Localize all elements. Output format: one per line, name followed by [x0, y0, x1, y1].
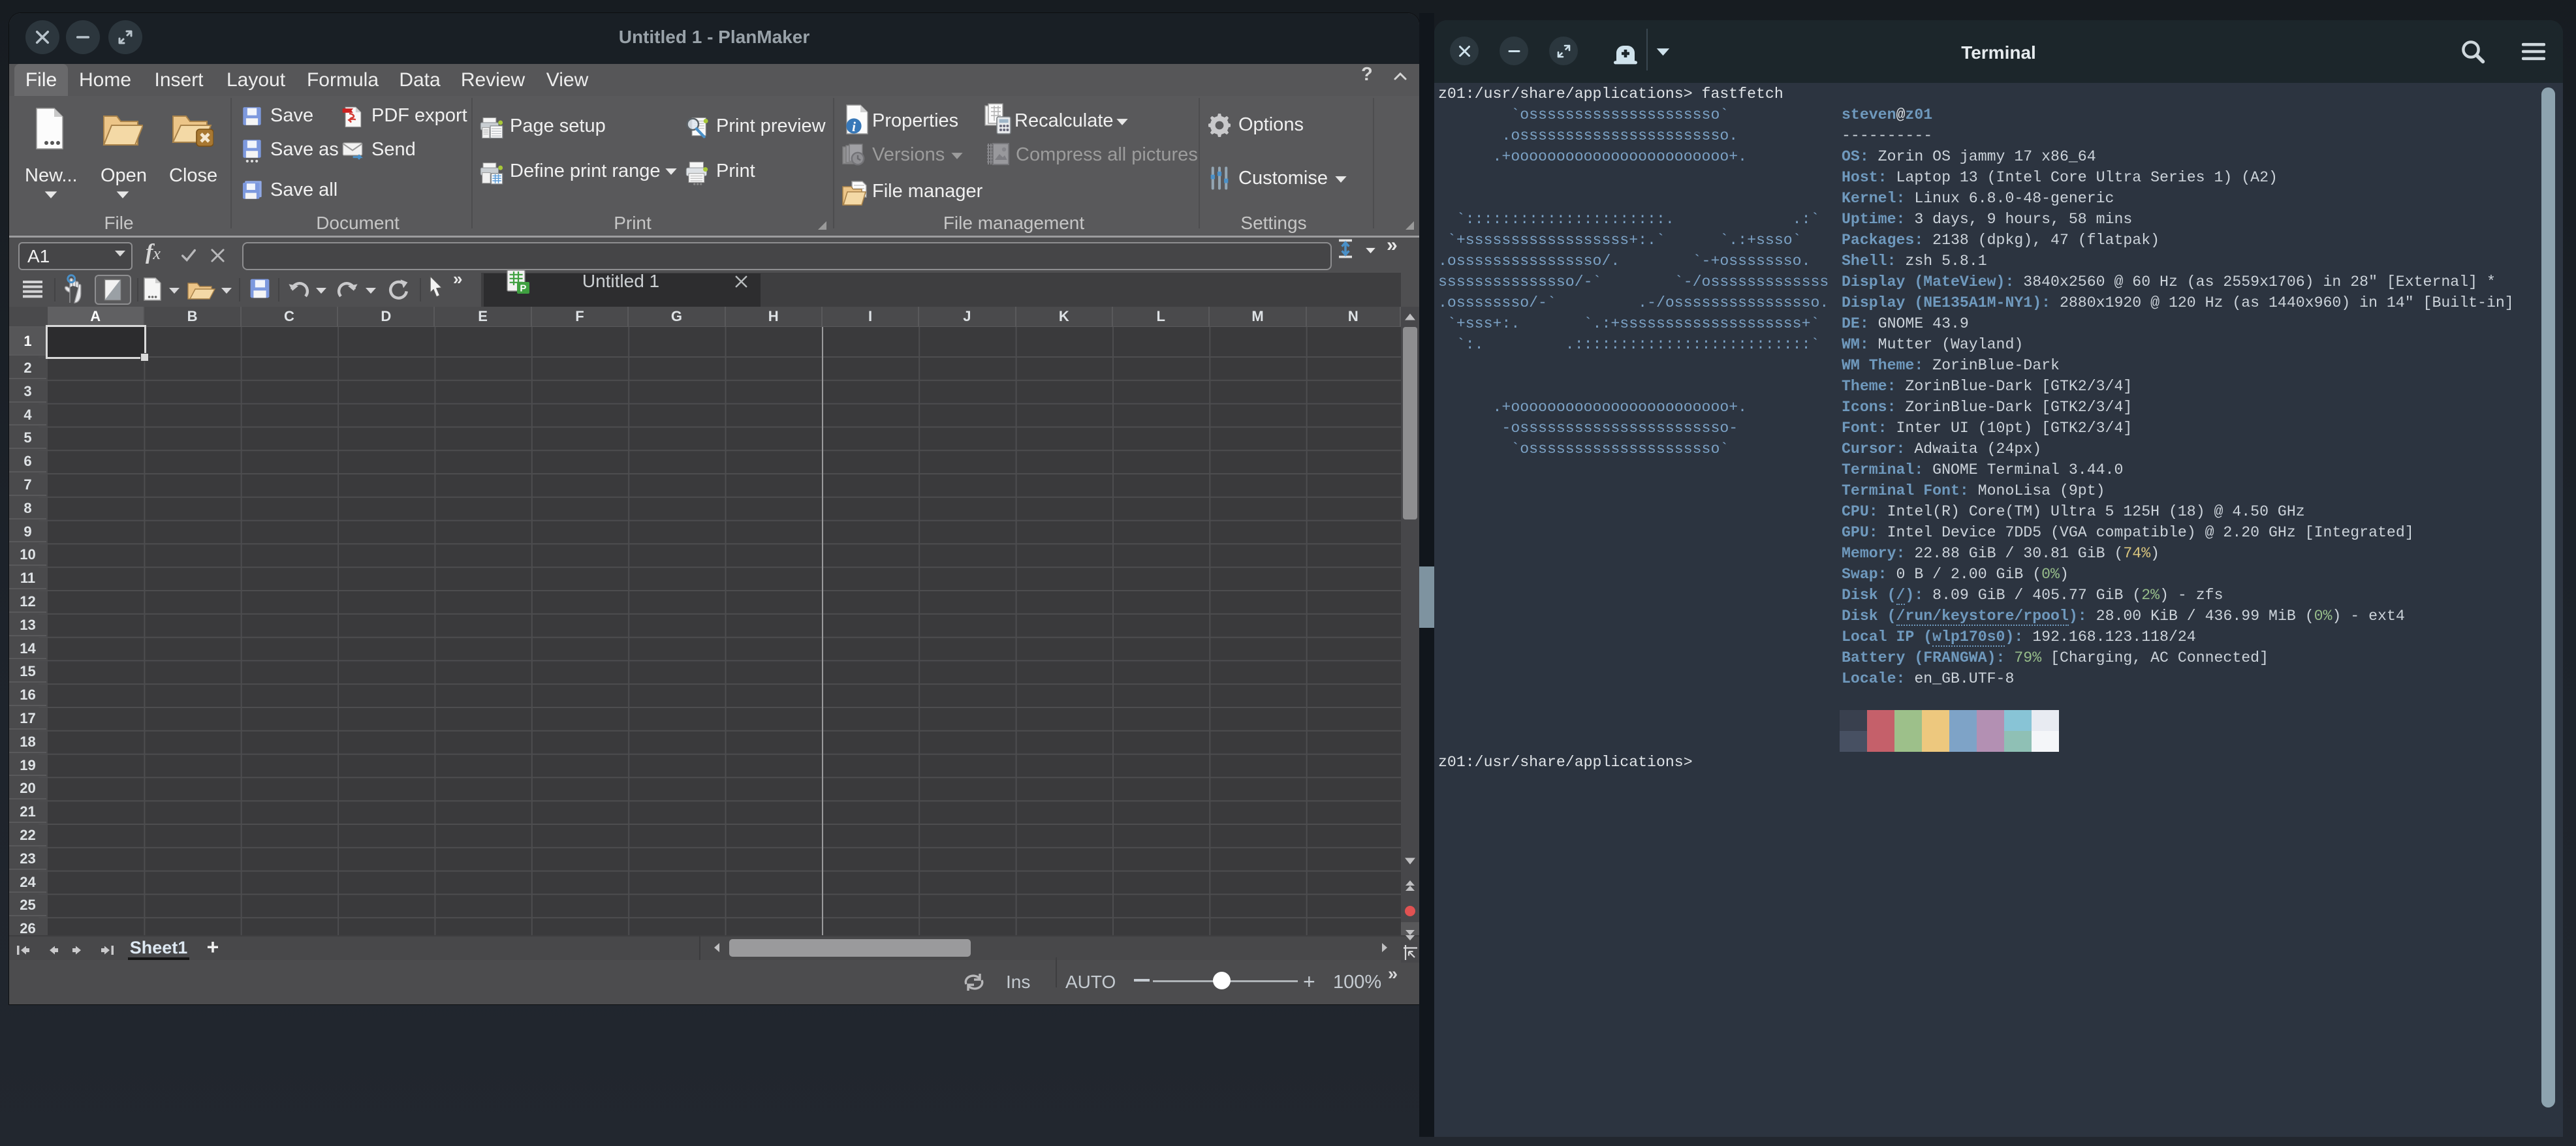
svg-text:P: P: [520, 283, 526, 294]
svg-text:i: i: [852, 119, 856, 134]
